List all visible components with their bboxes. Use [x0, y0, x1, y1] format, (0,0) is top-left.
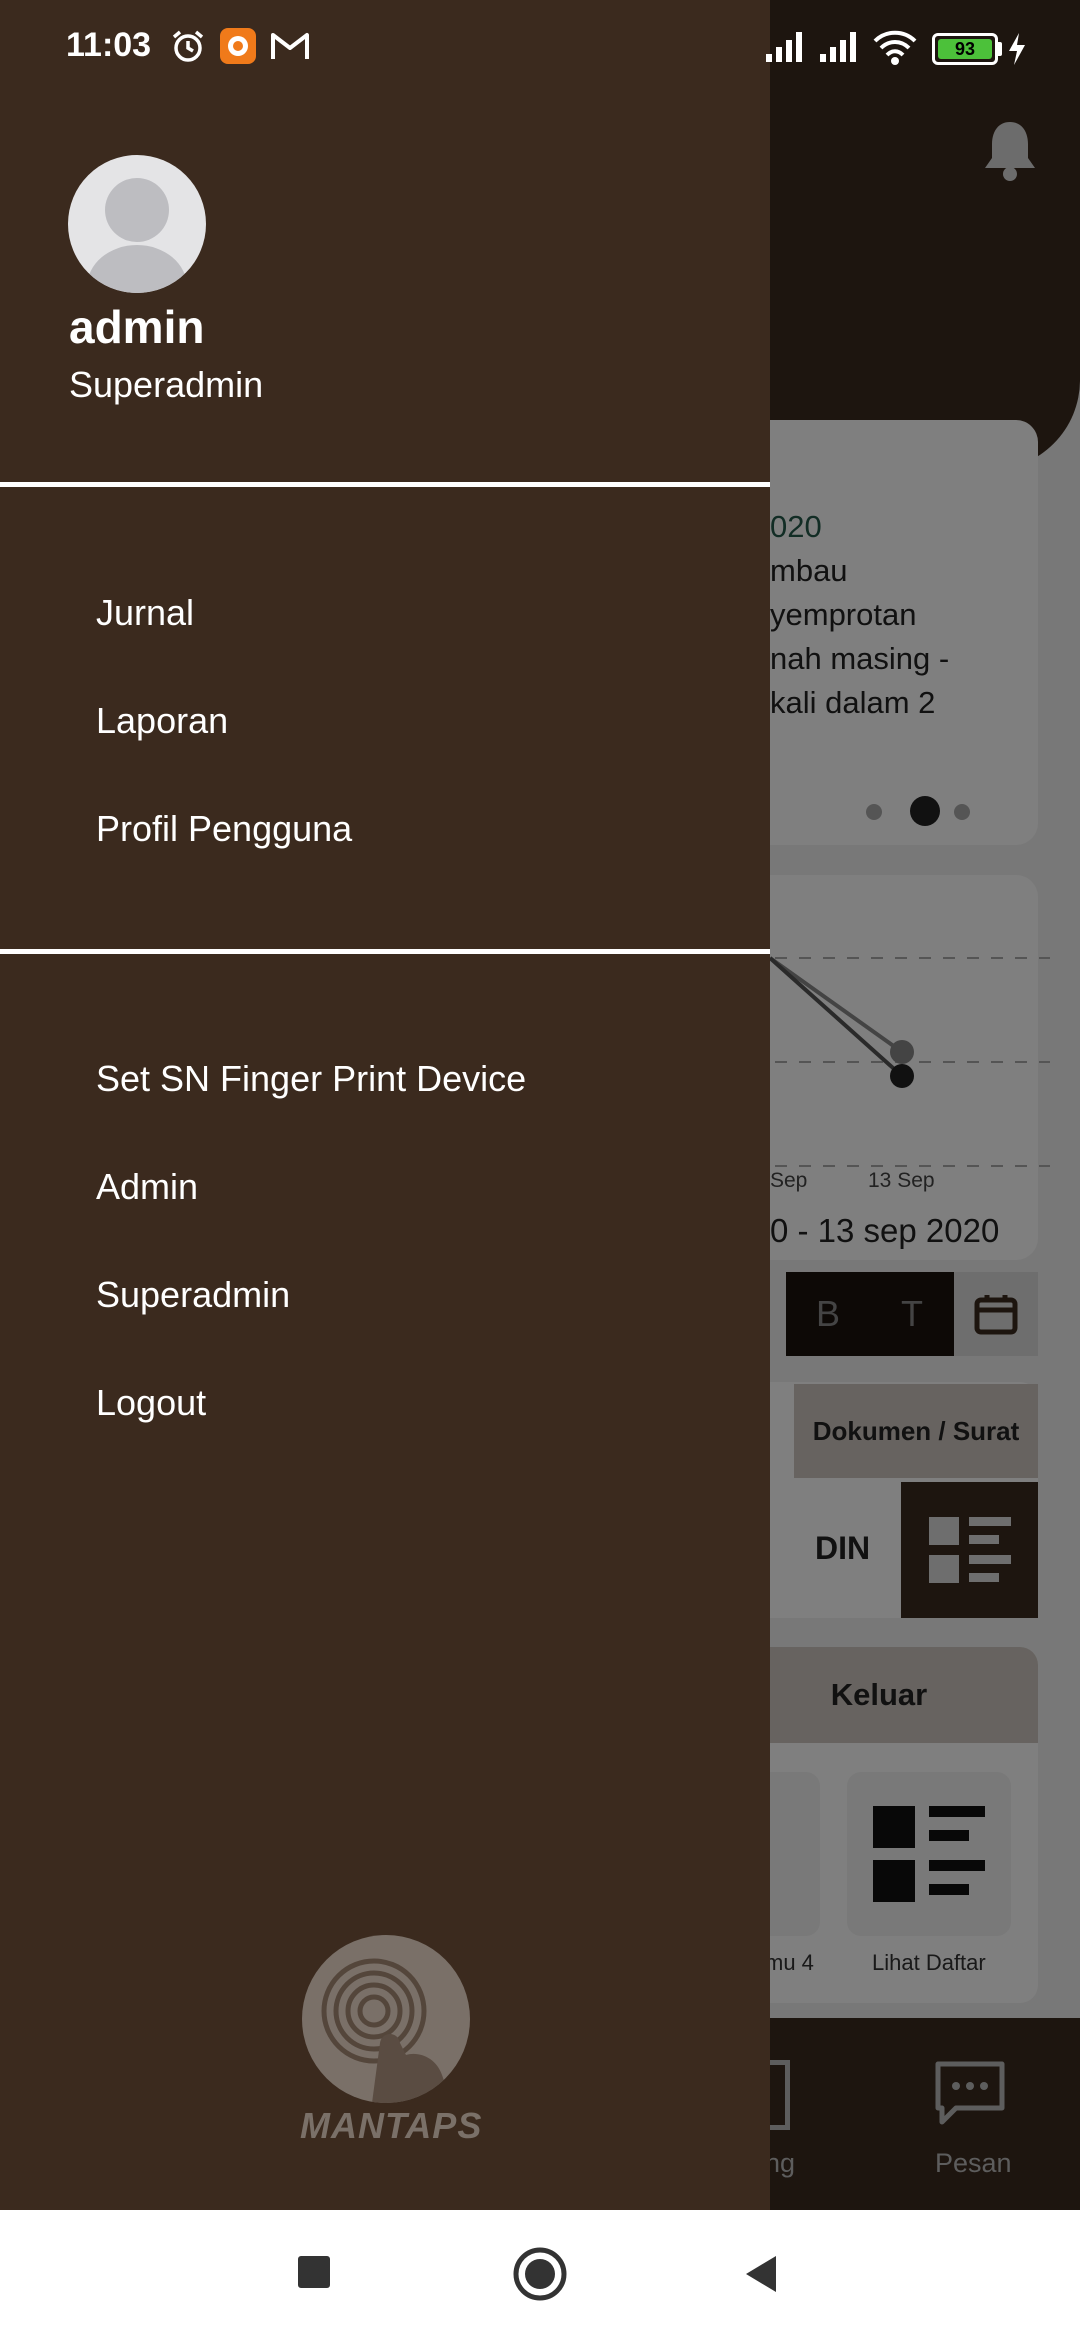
recent-apps-button[interactable] — [298, 2256, 330, 2288]
menu-item-jurnal[interactable]: Jurnal — [96, 592, 194, 634]
charging-icon — [1009, 33, 1025, 65]
menu-item-laporan[interactable]: Laporan — [96, 700, 228, 742]
back-button[interactable] — [740, 2252, 780, 2296]
alarm-icon — [172, 30, 204, 62]
menu-item-logout[interactable]: Logout — [96, 1382, 206, 1424]
battery-icon: 93 — [932, 33, 998, 65]
battery-level: 93 — [938, 39, 992, 59]
menu-item-profil-pengguna[interactable]: Profil Pengguna — [96, 808, 352, 850]
menu-item-superadmin[interactable]: Superadmin — [96, 1274, 290, 1316]
system-navigation-bar — [0, 2210, 1080, 2340]
signal-icon — [766, 32, 802, 62]
app-notification-icon — [220, 28, 256, 64]
navigation-drawer: admin Superadmin Jurnal Laporan Profil P… — [0, 0, 770, 2210]
divider — [0, 482, 770, 487]
wifi-icon — [873, 30, 917, 65]
user-role: Superadmin — [69, 364, 264, 405]
fingerprint-logo-icon — [321, 1958, 452, 2103]
menu-item-admin[interactable]: Admin — [96, 1166, 198, 1208]
gmail-icon — [271, 33, 309, 59]
divider — [0, 949, 770, 954]
brand-logo — [302, 1935, 470, 2103]
home-button[interactable] — [512, 2246, 568, 2302]
avatar — [68, 155, 206, 293]
brand-name: MANTAPS — [300, 2105, 483, 2146]
battery-tip — [998, 42, 1002, 56]
menu-item-set-sn-finger-print[interactable]: Set SN Finger Print Device — [96, 1058, 526, 1100]
status-time: 11:03 — [66, 26, 152, 64]
signal-icon — [820, 32, 856, 62]
user-avatar-icon — [87, 178, 187, 293]
status-bar: 11:03 93 — [0, 0, 1080, 94]
user-name: admin — [69, 301, 205, 353]
